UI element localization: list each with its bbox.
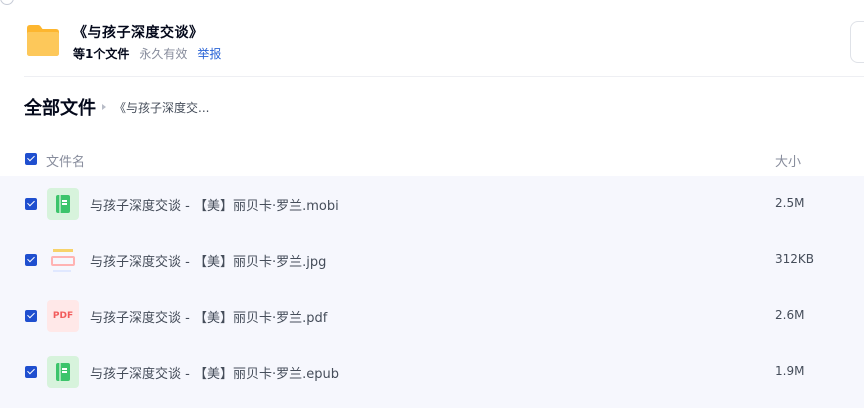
file-name[interactable]: 与孩子深度交谈 - 【美】丽贝卡·罗兰.epub bbox=[90, 363, 339, 382]
report-link[interactable]: 举报 bbox=[197, 45, 221, 62]
row-checkbox[interactable] bbox=[25, 254, 37, 266]
file-size: 312KB bbox=[775, 252, 815, 266]
validity-text: 永久有效 bbox=[139, 47, 188, 61]
breadcrumb-current: 《与孩子深度交... bbox=[114, 100, 210, 115]
share-meta: 等1个文件 永久有效 举报 bbox=[73, 45, 221, 62]
header-divider bbox=[24, 76, 864, 77]
share-title: 《与孩子深度交谈》 bbox=[73, 25, 204, 41]
file-row[interactable]: PDF 与孩子深度交谈 - 【美】丽贝卡·罗兰.pdf 2.6M bbox=[0, 288, 864, 344]
file-list: 与孩子深度交谈 - 【美】丽贝卡·罗兰.mobi 2.5M 与孩子深度交谈 - … bbox=[0, 176, 864, 408]
breadcrumb-root[interactable]: 全部文件 bbox=[24, 94, 96, 120]
row-checkbox[interactable] bbox=[25, 366, 37, 378]
breadcrumb-arrow-icon bbox=[102, 104, 106, 110]
file-count: 等1个文件 bbox=[73, 47, 130, 61]
ebook-icon bbox=[47, 188, 79, 220]
file-row[interactable]: 与孩子深度交谈 - 【美】丽贝卡·罗兰.epub 1.9M bbox=[0, 344, 864, 400]
file-size: 2.5M bbox=[775, 196, 805, 210]
breadcrumb: 全部文件 《与孩子深度交... bbox=[24, 94, 209, 120]
file-name[interactable]: 与孩子深度交谈 - 【美】丽贝卡·罗兰.pdf bbox=[90, 307, 327, 326]
row-checkbox[interactable] bbox=[25, 198, 37, 210]
file-name[interactable]: 与孩子深度交谈 - 【美】丽贝卡·罗兰.jpg bbox=[90, 251, 326, 270]
list-header: 文件名 大小 bbox=[24, 148, 864, 172]
file-row[interactable]: 与孩子深度交谈 - 【美】丽贝卡·罗兰.jpg 312KB bbox=[0, 232, 864, 288]
save-button-partial[interactable] bbox=[850, 21, 864, 63]
file-size: 1.9M bbox=[775, 364, 805, 378]
column-header-size[interactable]: 大小 bbox=[775, 151, 801, 170]
pdf-icon: PDF bbox=[47, 300, 79, 332]
select-all-checkbox[interactable] bbox=[25, 153, 37, 165]
file-size: 2.6M bbox=[775, 308, 805, 322]
file-row[interactable]: 与孩子深度交谈 - 【美】丽贝卡·罗兰.mobi 2.5M bbox=[0, 176, 864, 232]
column-header-name[interactable]: 文件名 bbox=[46, 151, 85, 170]
share-header: 《与孩子深度交谈》 等1个文件 永久有效 举报 bbox=[24, 18, 824, 66]
partial-avatar-circle bbox=[0, 0, 14, 5]
folder-icon bbox=[27, 25, 59, 56]
file-name[interactable]: 与孩子深度交谈 - 【美】丽贝卡·罗兰.mobi bbox=[90, 195, 339, 214]
row-checkbox[interactable] bbox=[25, 310, 37, 322]
ebook-icon bbox=[47, 356, 79, 388]
